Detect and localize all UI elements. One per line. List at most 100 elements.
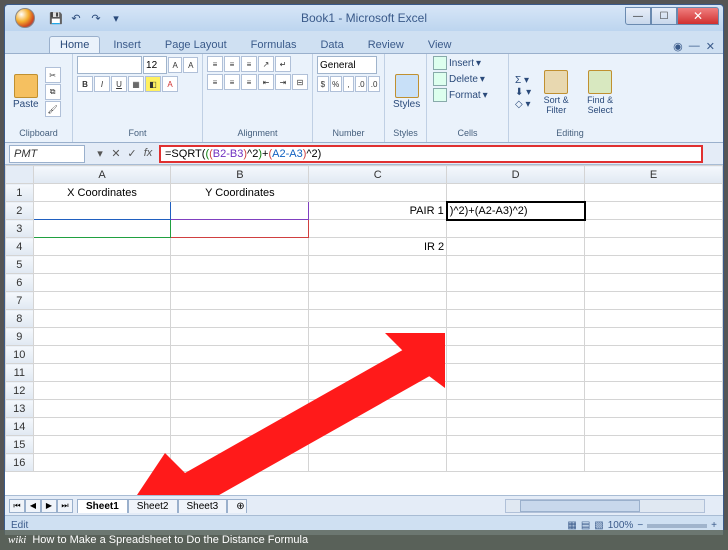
- cell[interactable]: [171, 382, 309, 400]
- cell[interactable]: [309, 436, 447, 454]
- scrollbar-thumb[interactable]: [520, 500, 640, 512]
- cell[interactable]: [309, 328, 447, 346]
- cell[interactable]: [309, 346, 447, 364]
- cell-A1[interactable]: X Coordinates: [33, 184, 171, 202]
- zoom-slider[interactable]: [647, 524, 707, 528]
- cell[interactable]: [585, 238, 723, 256]
- cell[interactable]: [447, 418, 585, 436]
- row-header[interactable]: 12: [6, 382, 34, 400]
- cell[interactable]: [447, 220, 585, 238]
- help-icon[interactable]: ◉: [673, 40, 683, 53]
- bold-button[interactable]: B: [77, 76, 93, 92]
- cell[interactable]: [171, 418, 309, 436]
- minimize-button[interactable]: —: [625, 7, 651, 25]
- row-header[interactable]: 11: [6, 364, 34, 382]
- cell[interactable]: [33, 310, 171, 328]
- cell[interactable]: [447, 382, 585, 400]
- align-top-icon[interactable]: ≡: [207, 56, 223, 72]
- col-header-c[interactable]: C: [309, 166, 447, 184]
- cell-C2[interactable]: PAIR 1: [309, 202, 447, 220]
- cell[interactable]: [447, 436, 585, 454]
- fill-color-icon[interactable]: ◧: [145, 76, 161, 92]
- cell-B1[interactable]: Y Coordinates: [171, 184, 309, 202]
- fill-button[interactable]: ⬇ ▾: [513, 87, 533, 98]
- format-painter-icon[interactable]: 🖌: [45, 101, 61, 117]
- cell[interactable]: [33, 274, 171, 292]
- formula-input[interactable]: =SQRT(((B2-B3)^2)+(A2-A3)^2): [159, 145, 703, 163]
- delete-cells-button[interactable]: Delete▾: [431, 72, 504, 86]
- cell-B3[interactable]: [171, 220, 309, 238]
- cell[interactable]: [171, 292, 309, 310]
- name-dropdown-icon[interactable]: ▾: [93, 147, 107, 160]
- increase-decimal-icon[interactable]: .0: [355, 76, 367, 92]
- cell[interactable]: [447, 184, 585, 202]
- cell[interactable]: [171, 274, 309, 292]
- row-header[interactable]: 8: [6, 310, 34, 328]
- cell-B2[interactable]: [171, 202, 309, 220]
- cell[interactable]: [447, 346, 585, 364]
- row-header[interactable]: 5: [6, 256, 34, 274]
- sheet-nav-prev-icon[interactable]: ◀: [25, 499, 41, 513]
- align-middle-icon[interactable]: ≡: [224, 56, 240, 72]
- office-button[interactable]: [7, 5, 43, 31]
- font-size-box[interactable]: 12: [143, 56, 167, 74]
- align-right-icon[interactable]: ≡: [241, 74, 257, 90]
- row-header[interactable]: 13: [6, 400, 34, 418]
- decrease-decimal-icon[interactable]: .0: [368, 76, 380, 92]
- cell[interactable]: [447, 364, 585, 382]
- sheet-tab-2[interactable]: Sheet2: [128, 499, 178, 513]
- cell-A2[interactable]: [33, 202, 171, 220]
- sheet-tab-1[interactable]: Sheet1: [77, 499, 128, 513]
- orientation-icon[interactable]: ↗: [258, 56, 274, 72]
- cell[interactable]: [33, 418, 171, 436]
- cell-C4[interactable]: IR 2: [309, 238, 447, 256]
- cell[interactable]: [171, 400, 309, 418]
- cell[interactable]: [309, 418, 447, 436]
- sheet-nav-first-icon[interactable]: ⏮: [9, 499, 25, 513]
- row-header[interactable]: 6: [6, 274, 34, 292]
- cell[interactable]: [585, 292, 723, 310]
- paste-button[interactable]: Paste: [9, 72, 43, 112]
- tab-data[interactable]: Data: [309, 36, 354, 53]
- save-icon[interactable]: 💾: [47, 9, 65, 27]
- number-format-box[interactable]: General: [317, 56, 377, 74]
- row-header[interactable]: 7: [6, 292, 34, 310]
- cell[interactable]: [447, 310, 585, 328]
- autosum-button[interactable]: Σ ▾: [513, 75, 533, 86]
- cut-icon[interactable]: ✂: [45, 67, 61, 83]
- find-select-button[interactable]: Find & Select: [579, 68, 621, 117]
- cell-A3[interactable]: [33, 220, 171, 238]
- col-header-d[interactable]: D: [447, 166, 585, 184]
- percent-icon[interactable]: %: [330, 76, 342, 92]
- new-sheet-button[interactable]: ⊕: [227, 499, 247, 513]
- cell[interactable]: [585, 256, 723, 274]
- cell[interactable]: [309, 184, 447, 202]
- wrap-text-icon[interactable]: ↵: [275, 56, 291, 72]
- tab-page-layout[interactable]: Page Layout: [154, 36, 238, 53]
- row-header[interactable]: 1: [6, 184, 34, 202]
- cell[interactable]: [585, 418, 723, 436]
- font-name-box[interactable]: [77, 56, 142, 74]
- cell[interactable]: [585, 184, 723, 202]
- maximize-button[interactable]: ☐: [651, 7, 677, 25]
- close-button[interactable]: ✕: [677, 7, 719, 25]
- sheet-nav-next-icon[interactable]: ▶: [41, 499, 57, 513]
- shrink-font-icon[interactable]: A: [183, 57, 198, 73]
- sheet-tab-3[interactable]: Sheet3: [178, 499, 228, 513]
- clear-button[interactable]: ◇ ▾: [513, 99, 533, 110]
- cell[interactable]: [309, 400, 447, 418]
- cell[interactable]: [585, 346, 723, 364]
- cell[interactable]: [447, 256, 585, 274]
- cell[interactable]: [447, 400, 585, 418]
- increase-indent-icon[interactable]: ⇥: [275, 74, 291, 90]
- cell[interactable]: [585, 274, 723, 292]
- cell[interactable]: [33, 292, 171, 310]
- comma-icon[interactable]: ,: [343, 76, 355, 92]
- cell[interactable]: [171, 454, 309, 472]
- align-center-icon[interactable]: ≡: [224, 74, 240, 90]
- cell[interactable]: [33, 238, 171, 256]
- cell[interactable]: [171, 346, 309, 364]
- undo-icon[interactable]: ↶: [67, 9, 85, 27]
- cell[interactable]: [585, 202, 723, 220]
- cell[interactable]: [309, 274, 447, 292]
